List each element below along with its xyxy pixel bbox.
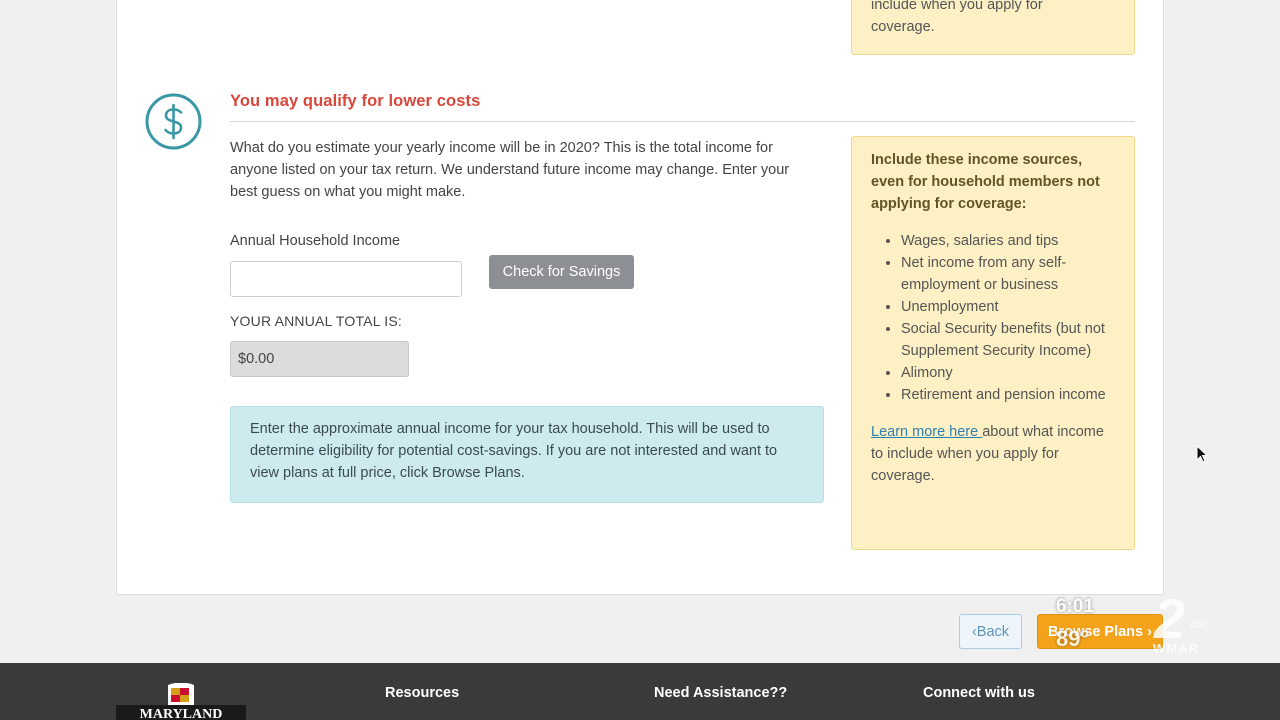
list-item: Alimony	[901, 362, 1115, 384]
income-help-note-top: include when you apply for coverage.	[851, 0, 1135, 55]
income-sources-note: Include these income sources, even for h…	[851, 136, 1135, 550]
site-footer: MARYLAND Resources Need Assistance?? Con…	[0, 663, 1280, 720]
learn-more-link[interactable]: Learn more here	[871, 424, 982, 440]
income-sources-heading: Include these income sources, even for h…	[871, 152, 1100, 212]
bug-network: abc	[1190, 619, 1207, 630]
income-intro-text: What do you estimate your yearly income …	[230, 140, 790, 200]
annual-income-input[interactable]	[230, 261, 462, 297]
mouse-cursor-icon	[1196, 445, 1208, 463]
footer-assistance-heading: Need Assistance??	[654, 685, 788, 701]
footer-connect-heading: Connect with us	[923, 685, 1035, 701]
list-item: Wages, salaries and tips	[901, 230, 1115, 252]
eligibility-info-box: Enter the approximate annual income for …	[230, 406, 824, 503]
dollar-circle-icon	[145, 93, 202, 150]
income-sources-list: Wages, salaries and tips Net income from…	[901, 230, 1115, 406]
back-button[interactable]: ‹Back	[959, 614, 1022, 649]
list-item: Net income from any self-employment or b…	[901, 252, 1115, 296]
maryland-logo-icon: MARYLAND	[116, 683, 246, 720]
list-item: Retirement and pension income	[901, 384, 1115, 406]
learn-more-text: Learn more here about what income to inc…	[871, 421, 1115, 487]
list-item: Social Security benefits (but not Supple…	[901, 318, 1115, 362]
note-top-line-2: coverage.	[871, 19, 935, 35]
logo-text: MARYLAND	[140, 707, 223, 720]
footer-resources-heading: Resources	[385, 685, 460, 701]
income-label: Annual Household Income	[230, 233, 401, 249]
info-box-text: Enter the approximate annual income for …	[250, 421, 778, 481]
browse-plans-button[interactable]: Browse Plans ›	[1037, 614, 1163, 649]
check-savings-button[interactable]: Check for Savings	[489, 255, 634, 289]
note-top-line-1: include when you apply for	[871, 0, 1043, 13]
annual-total-label: YOUR ANNUAL TOTAL IS:	[230, 313, 402, 329]
annual-total-value: $0.00	[230, 341, 409, 377]
list-item: Unemployment	[901, 296, 1115, 318]
title-divider	[230, 121, 1135, 122]
section-title: You may qualify for lower costs	[230, 92, 481, 110]
